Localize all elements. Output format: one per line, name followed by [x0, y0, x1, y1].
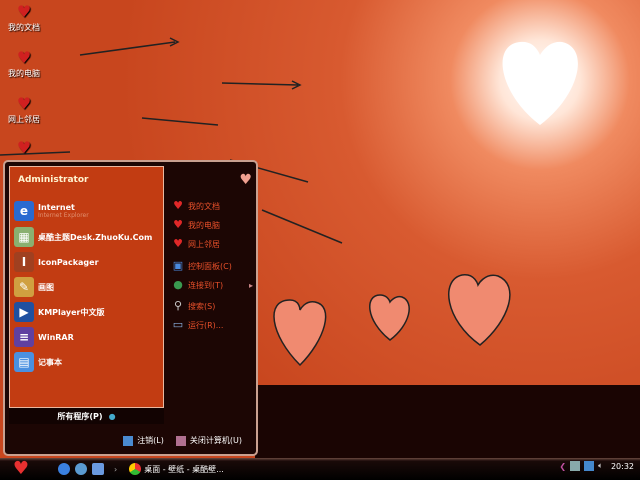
clock[interactable]: 20:32: [611, 462, 634, 471]
ground: [255, 385, 640, 458]
desktop-icon-my-documents[interactable]: ♥ 我的文档: [2, 4, 46, 33]
tray-icon[interactable]: [570, 461, 581, 471]
heart-icon: ♥: [16, 94, 32, 113]
place-my-computer[interactable]: ♥ 我的电脑: [171, 219, 220, 231]
theme-icon: ▦: [14, 227, 34, 247]
menu-item-winrar[interactable]: ≡ WinRAR: [14, 327, 74, 347]
search-icon: ⚲: [173, 299, 183, 312]
chevron-right-icon[interactable]: ›: [114, 465, 117, 474]
heart-icon: ♥: [173, 218, 183, 231]
menu-item-kmplayer[interactable]: ▶ KMPlayer中文版: [14, 302, 105, 322]
menu-item-paint[interactable]: ✎ 画图: [14, 277, 54, 297]
place-my-documents[interactable]: ♥ 我的文档: [171, 200, 220, 212]
chrome-icon: [129, 463, 142, 475]
heart-icon: ♥: [16, 48, 32, 67]
desktop-icon-my-computer[interactable]: ♥ 我的电脑: [2, 50, 46, 79]
taskbar: ♥ › 桌面 - 壁纸 - 桌酷壁... ❮ 🔈︎ 20:32: [0, 458, 640, 480]
heart-icon: ♥: [173, 237, 183, 250]
paint-icon: ✎: [14, 277, 34, 297]
system-tray: ❮ 🔈︎ 20:32: [559, 461, 634, 471]
place-run[interactable]: ▭ 运行(R)...: [171, 318, 224, 331]
iconpackager-icon: I: [14, 252, 34, 272]
menu-item-notepad[interactable]: ▤ 记事本: [14, 352, 62, 372]
chevron-right-icon: ▸: [249, 280, 254, 290]
browser-icon[interactable]: [75, 463, 87, 475]
heart-icon: ♥: [16, 138, 32, 157]
place-control-panel[interactable]: ▣ 控制面板(C): [171, 260, 232, 272]
winrar-icon: ≡: [14, 327, 34, 347]
place-connect-to[interactable]: ● 连接到(T) ▸: [171, 278, 253, 291]
shutdown-button[interactable]: 关闭计算机(U): [175, 435, 242, 446]
pinned-programs-panel: Administrator e Internet Internet Explorer…: [9, 166, 164, 408]
taskbar-task[interactable]: 桌面 - 壁纸 - 桌酷壁...: [129, 463, 224, 475]
ie-icon: e: [14, 201, 34, 221]
menu-item-zhuoku[interactable]: ▦ 桌酷主题Desk.ZhuoKu.Com: [14, 227, 152, 247]
menu-item-internet[interactable]: e Internet Internet Explorer: [14, 201, 89, 221]
logoff-icon: [123, 435, 134, 446]
arrow-icon: ●: [108, 411, 116, 421]
logoff-button[interactable]: 注销(L): [123, 435, 164, 446]
place-search[interactable]: ⚲ 搜索(S): [171, 300, 215, 312]
network-icon[interactable]: [584, 461, 595, 471]
kmplayer-icon: ▶: [14, 302, 34, 322]
notepad-icon: ▤: [14, 352, 34, 372]
place-network[interactable]: ♥ 网上邻居: [171, 238, 220, 250]
desktop-icon-recycle[interactable]: ♥: [2, 140, 46, 158]
heart-icon: ♥: [16, 2, 32, 21]
chevron-left-icon[interactable]: ❮: [559, 462, 566, 471]
ie-icon[interactable]: [58, 463, 70, 475]
control-panel-icon: ▣: [172, 259, 184, 272]
heart-icon: ♥: [173, 199, 183, 212]
start-menu-footer: 注销(L) 关闭计算机(U): [5, 427, 256, 454]
globe-icon: ●: [173, 278, 183, 291]
power-icon: [175, 435, 186, 446]
run-icon: ▭: [172, 318, 184, 331]
heart-icon: ♥: [239, 172, 252, 188]
all-programs-button[interactable]: 所有程序(P) ●: [9, 408, 164, 424]
start-menu: Administrator e Internet Internet Explorer…: [3, 160, 258, 456]
username: Administrator: [18, 175, 89, 185]
volume-icon[interactable]: 🔈︎: [598, 461, 603, 471]
start-button[interactable]: ♥: [6, 459, 36, 479]
desktop-icon[interactable]: [92, 463, 104, 475]
menu-item-iconpackager[interactable]: I IconPackager: [14, 252, 99, 272]
desktop-icon-network[interactable]: ♥ 网上邻居: [2, 96, 46, 125]
